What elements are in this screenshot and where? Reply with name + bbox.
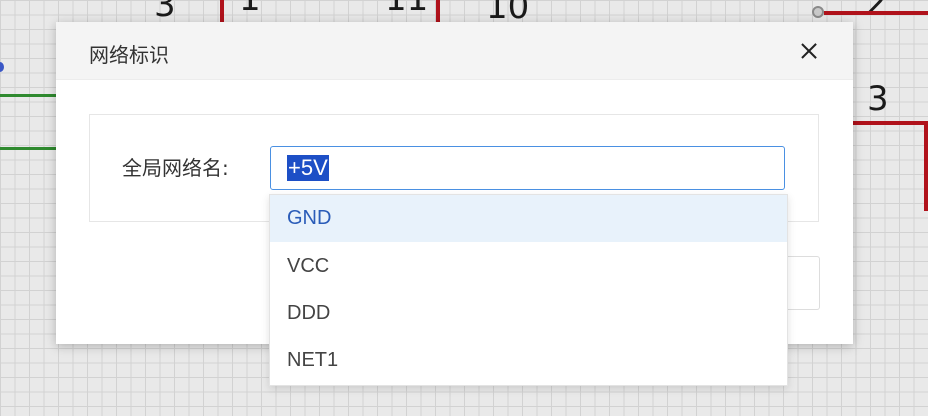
component-outline [853,121,928,125]
dialog-button[interactable] [786,256,820,310]
dropdown-option-net1[interactable]: NET1 [270,337,787,384]
dropdown-option-gnd[interactable]: GND [270,195,787,242]
junction-dot [0,62,4,72]
component-outline [436,0,440,24]
dropdown-option-label: NET1 [287,349,339,371]
wire-segment [0,94,56,97]
pin-number-label: 11 [385,0,428,16]
net-name-input-value: +5V [287,155,329,181]
pin-number-label: 1 [239,0,261,16]
dropdown-option-vcc[interactable]: VCC [270,243,787,290]
dropdown-option-label: GND [287,207,332,229]
net-name-dropdown: GND VCC DDD NET1 [269,194,788,386]
wire-segment [0,147,56,150]
pin-number-label: 3 [867,79,889,119]
component-outline [924,121,928,211]
net-name-label: 全局网络名: [122,156,229,180]
component-outline [220,0,224,24]
pin-number-label: 3 [154,0,176,25]
dropdown-option-ddd[interactable]: DDD [270,290,787,337]
net-name-input[interactable]: +5V [270,146,785,190]
pin-number-label: 10 [486,0,530,27]
pin-number-label: 2 [866,0,888,20]
dropdown-option-label: DDD [287,302,331,324]
dropdown-option-label: VCC [287,255,330,277]
dialog-title: 网络标识 [89,43,169,67]
dialog-header: 网络标识 [56,22,853,80]
wire-segment [824,11,928,15]
close-icon[interactable] [796,38,822,64]
pin-end-dot[interactable] [812,6,824,18]
